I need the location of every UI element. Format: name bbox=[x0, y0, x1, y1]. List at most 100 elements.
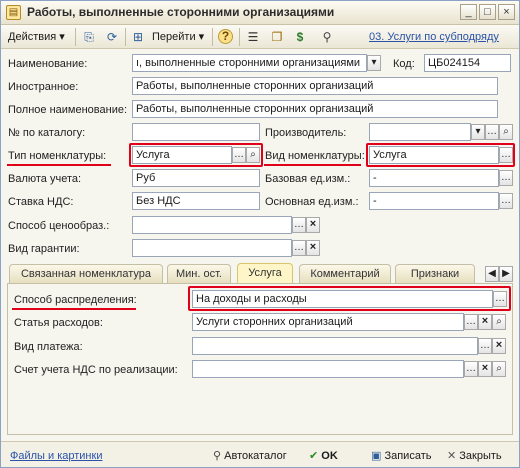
main-unit-select-button[interactable]: … bbox=[499, 193, 513, 209]
footer-bar: Файлы и картинки ⚲ Автокаталог ✔ OK ▣ За… bbox=[1, 441, 519, 467]
tab-comment[interactable]: Комментарий bbox=[299, 264, 391, 283]
catalog-number-input[interactable] bbox=[132, 123, 260, 141]
maximize-button[interactable]: □ bbox=[479, 4, 496, 20]
autocatalog-label: Автокаталог bbox=[224, 450, 287, 462]
separator bbox=[239, 28, 240, 46]
separator bbox=[212, 28, 213, 46]
close-button[interactable]: ✕ Закрыть bbox=[447, 448, 502, 464]
item-form-window: ▤ Работы, выполненные сторонними организ… bbox=[0, 0, 520, 468]
manufacturer-select-button[interactable]: … bbox=[485, 124, 499, 140]
pricing-method-input[interactable] bbox=[132, 216, 292, 234]
foreign-name-input[interactable]: Работы, выполненные сторонних организаци… bbox=[132, 77, 498, 95]
base-unit-label: Базовая ед.изм.: bbox=[265, 173, 351, 185]
pricing-method-clear-icon[interactable]: × bbox=[306, 217, 320, 233]
ok-button[interactable]: ✔ OK bbox=[309, 448, 338, 464]
save-button[interactable]: ▣ Записать bbox=[371, 448, 431, 464]
nomenclature-kind-label: Вид номенклатуры: bbox=[265, 150, 365, 162]
magnifier-icon: ⚲ bbox=[213, 450, 225, 462]
tab-related-nomenclature[interactable]: Связанная номенклатура bbox=[9, 264, 163, 283]
payment-type-input[interactable] bbox=[192, 337, 478, 355]
actions-menu-label: Действия bbox=[8, 31, 57, 43]
pricing-method-select-button[interactable]: … bbox=[292, 217, 306, 233]
expense-item-input[interactable]: Услуги сторонних организаций bbox=[192, 313, 464, 331]
expense-item-search-icon[interactable]: ⌕ bbox=[492, 314, 506, 330]
highlight-box bbox=[188, 286, 511, 311]
menu-arrow-icon: ▾ bbox=[195, 31, 205, 43]
service-group-link[interactable]: 03. Услуги по субподряду bbox=[369, 29, 499, 45]
base-unit-select-button[interactable]: … bbox=[499, 170, 513, 186]
manufacturer-label: Производитель: bbox=[265, 127, 347, 139]
autocatalog-button[interactable]: ⚲ Автокаталог bbox=[213, 448, 287, 464]
checkmark-icon: ✔ bbox=[309, 450, 322, 462]
currency-input[interactable]: Руб bbox=[132, 169, 260, 187]
main-unit-input[interactable]: - bbox=[369, 192, 499, 210]
goto-menu-label: Перейти bbox=[152, 31, 196, 43]
code-input[interactable]: ЦБ024154 bbox=[424, 54, 511, 72]
name-dropdown-button[interactable]: ▾ bbox=[367, 55, 381, 71]
window-title: Работы, выполненные сторонними организац… bbox=[27, 5, 335, 19]
name-label: Наименование: bbox=[8, 58, 88, 70]
warranty-type-clear-icon[interactable]: × bbox=[306, 240, 320, 256]
vat-account-search-icon[interactable]: ⌕ bbox=[492, 361, 506, 377]
form-icon: ▤ bbox=[6, 5, 21, 20]
save-label: Записать bbox=[384, 450, 432, 462]
list-icon[interactable]: ☰ bbox=[245, 29, 261, 45]
catalog-number-label: № по каталогу: bbox=[8, 127, 86, 139]
vat-account-input[interactable] bbox=[192, 360, 464, 378]
vat-rate-label: Ставка НДС: bbox=[8, 196, 74, 208]
tab-scroll-left-icon[interactable]: ◀ bbox=[485, 266, 499, 282]
name-input[interactable]: ı, выполненные сторонними организациями bbox=[132, 54, 367, 72]
expense-item-label: Статья расходов: bbox=[14, 317, 103, 329]
tab-min-stock[interactable]: Мин. ост. bbox=[167, 264, 231, 283]
close-label: Закрыть bbox=[459, 450, 502, 462]
highlight-underline bbox=[7, 164, 111, 166]
payment-type-select-button[interactable]: … bbox=[478, 338, 492, 354]
files-and-images-link[interactable]: Файлы и картинки bbox=[10, 448, 102, 464]
warranty-type-select-button[interactable]: … bbox=[292, 240, 306, 256]
full-name-input[interactable]: Работы, выполненные сторонних организаци… bbox=[132, 100, 498, 118]
payment-type-clear-icon[interactable]: × bbox=[492, 338, 506, 354]
tab-scroll-right-icon[interactable]: ▶ bbox=[499, 266, 513, 282]
payment-type-label: Вид платежа: bbox=[14, 341, 83, 353]
manufacturer-dropdown-button[interactable]: ▾ bbox=[471, 124, 485, 140]
structure-icon[interactable]: ⊞ bbox=[130, 29, 146, 45]
refresh-icon[interactable]: ⟳ bbox=[104, 29, 120, 45]
base-unit-input[interactable]: - bbox=[369, 169, 499, 187]
title-bar: ▤ Работы, выполненные сторонними организ… bbox=[1, 1, 519, 25]
close-window-button[interactable]: × bbox=[498, 4, 515, 20]
separator bbox=[125, 28, 126, 46]
highlight-box bbox=[366, 143, 515, 167]
minimize-button[interactable]: _ bbox=[460, 4, 477, 20]
manufacturer-input[interactable] bbox=[369, 123, 471, 141]
vat-rate-input[interactable]: Без НДС bbox=[132, 192, 260, 210]
distribution-method-label: Способ распределения: bbox=[14, 294, 137, 306]
pricing-method-label: Способ ценообраз.: bbox=[8, 220, 110, 232]
actions-menu[interactable]: Действия ▾ bbox=[8, 29, 65, 45]
ok-label: OK bbox=[321, 450, 338, 462]
toolbar: Действия ▾ ⎘ ⟳ ⊞ Перейти ▾ ? ☰ ❐ $ ⚲ 03.… bbox=[1, 25, 519, 49]
tab-attributes[interactable]: Признаки bbox=[395, 264, 475, 283]
expense-item-select-button[interactable]: … bbox=[464, 314, 478, 330]
help-icon[interactable]: ? bbox=[218, 29, 233, 44]
vat-account-clear-icon[interactable]: × bbox=[478, 361, 492, 377]
foreign-name-label: Иностранное: bbox=[8, 81, 79, 93]
analogs-icon[interactable]: ⚲ bbox=[319, 29, 335, 45]
currency-label: Валюта учета: bbox=[8, 173, 82, 185]
highlight-box bbox=[129, 143, 263, 167]
menu-arrow-icon: ▾ bbox=[56, 31, 65, 43]
expense-item-clear-icon[interactable]: × bbox=[478, 314, 492, 330]
documents-icon[interactable]: ❐ bbox=[269, 29, 285, 45]
prices-icon[interactable]: $ bbox=[292, 29, 308, 45]
separator bbox=[75, 28, 76, 46]
close-icon: ✕ bbox=[447, 450, 460, 462]
vat-account-label: Счет учета НДС по реализации: bbox=[14, 364, 178, 376]
main-unit-label: Основная ед.изм.: bbox=[265, 196, 359, 208]
highlight-underline bbox=[264, 164, 361, 166]
vat-account-select-button[interactable]: … bbox=[464, 361, 478, 377]
tab-service[interactable]: Услуга bbox=[237, 263, 293, 284]
manufacturer-search-icon[interactable]: ⌕ bbox=[499, 124, 513, 140]
goto-menu[interactable]: Перейти ▾ bbox=[152, 29, 204, 45]
warranty-type-input[interactable] bbox=[132, 239, 292, 257]
save-icon: ▣ bbox=[371, 450, 385, 462]
copy-icon[interactable]: ⎘ bbox=[81, 29, 97, 45]
